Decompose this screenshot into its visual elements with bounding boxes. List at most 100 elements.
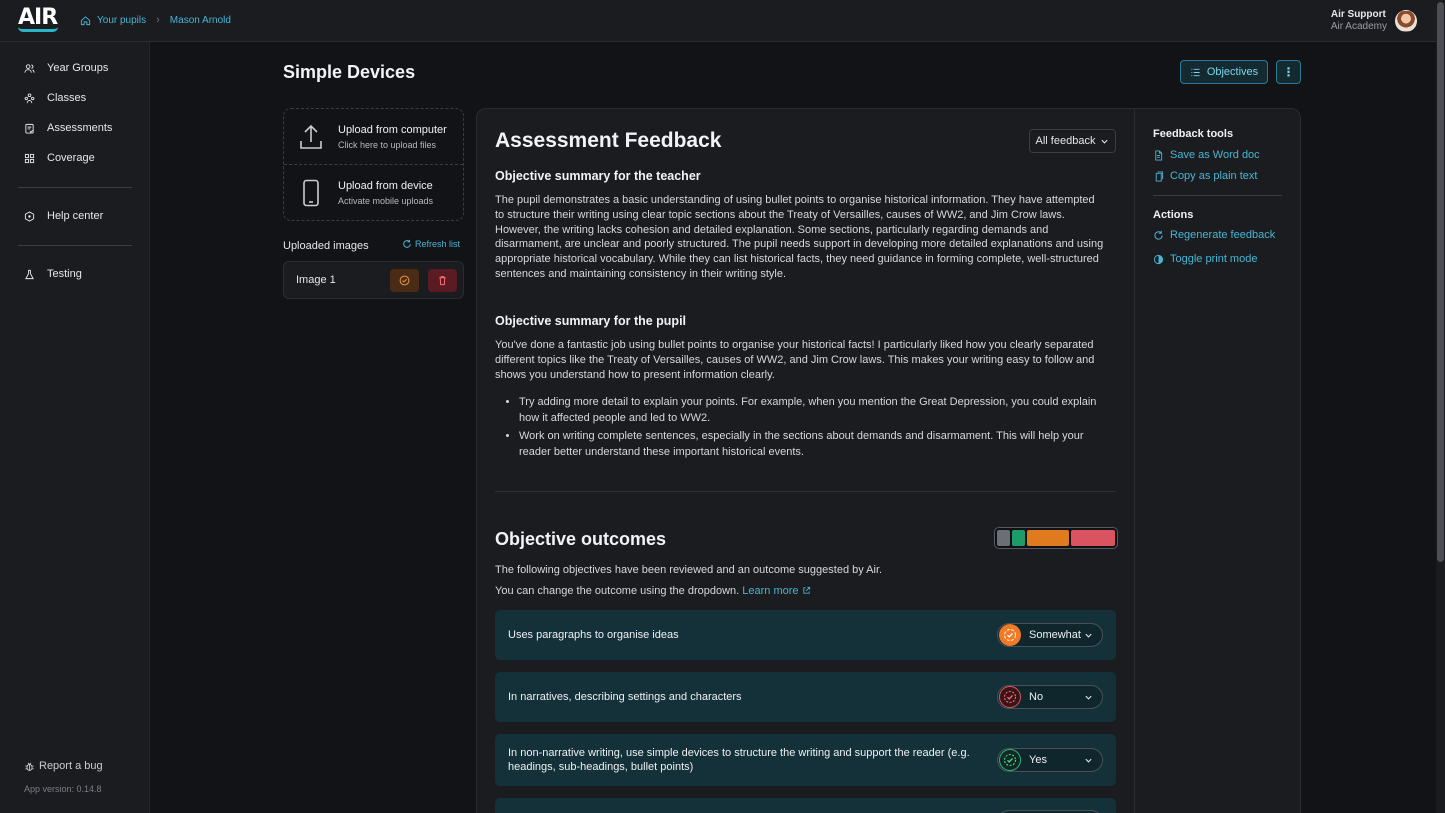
delete-image-button[interactable] (428, 269, 457, 292)
sidebar-item-coverage[interactable]: Coverage (24, 152, 95, 164)
upload-from-computer[interactable]: Upload from computer Click here to uploa… (284, 109, 463, 164)
outcome-bar-no (1071, 530, 1116, 546)
list-item[interactable]: Image 1 (283, 261, 464, 299)
copy-text-label: Copy as plain text (1170, 170, 1258, 182)
pupil-summary-heading: Objective summary for the pupil (495, 314, 687, 328)
top-bar: AIR Your pupils › Mason Arnold Air Suppo… (0, 0, 1445, 42)
copy-plain-text-button[interactable]: Copy as plain text (1153, 170, 1257, 182)
outcome-bar-somewhat (1026, 530, 1070, 546)
breadcrumb-your-pupils[interactable]: Your pupils (97, 15, 146, 26)
refresh-list-link[interactable]: Refresh list (402, 239, 460, 249)
bug-icon (25, 762, 34, 771)
trash-icon (439, 276, 446, 286)
user-name: Air Support (1330, 9, 1386, 20)
home-icon (80, 15, 91, 25)
grid-icon (24, 153, 35, 163)
assessment-feedback-card: Assessment Feedback All feedback Objecti… (476, 108, 1301, 813)
sidebar-item-help-center[interactable]: Help center (24, 210, 103, 222)
sidebar-item-label: Assessments (47, 122, 113, 134)
objective-label: In non-narrative writing, use simple dev… (508, 747, 970, 773)
objectives-button-label: Objectives (1206, 66, 1259, 78)
copy-icon (1155, 170, 1164, 182)
external-link-icon (802, 586, 810, 594)
chevron-down-icon (1085, 633, 1092, 638)
regenerate-feedback-button[interactable]: Regenerate feedback (1153, 229, 1275, 241)
outcomes-intro: The following objectives have been revie… (495, 564, 883, 576)
sidebar-item-classes[interactable]: Classes (24, 92, 86, 104)
refresh-icon (403, 239, 411, 248)
assessment-icon (25, 123, 34, 134)
objective-row (495, 798, 1116, 813)
user-menu[interactable]: Air Support Air Academy (1331, 9, 1417, 33)
more-options-button[interactable]: ⋮ (1276, 60, 1301, 84)
objective-row: Uses paragraphs to organise ideas Somewh… (495, 610, 1116, 660)
sidebar-item-assessments[interactable]: Assessments (24, 122, 112, 134)
report-bug-link[interactable]: Report a bug (24, 760, 103, 772)
mark-image-button[interactable] (390, 269, 419, 292)
outcomes-intro-text: You can change the outcome using the dro… (495, 585, 740, 597)
upload-device-subtitle: Activate mobile uploads (338, 195, 434, 206)
sidebar-divider (18, 245, 132, 246)
regenerate-label: Regenerate feedback (1170, 229, 1276, 241)
outcomes-title: Objective outcomes (495, 529, 667, 549)
toggle-print-mode-button[interactable]: Toggle print mode (1153, 253, 1257, 265)
objectives-button[interactable]: Objectives (1180, 60, 1268, 84)
objective-row: In non-narrative writing, use simple dev… (495, 734, 1116, 786)
classes-icon (24, 92, 35, 103)
feedback-filter-select[interactable]: All feedback (1029, 129, 1116, 153)
breadcrumb-current[interactable]: Mason Arnold (170, 15, 231, 26)
list-item: Work on writing complete sentences, espe… (519, 429, 1105, 460)
outcome-summary-bar (994, 527, 1118, 549)
tools-section-divider (1153, 195, 1282, 196)
learn-more-label: Learn more (742, 585, 799, 597)
teacher-summary-heading: Objective summary for the teacher (495, 169, 701, 183)
sidebar-item-testing[interactable]: Testing (24, 268, 82, 280)
kebab-icon: ⋮ (1282, 65, 1295, 79)
outcome-value: Yes (1029, 754, 1047, 766)
document-icon (1155, 149, 1163, 161)
chevron-down-icon (1101, 139, 1109, 144)
no-icon (999, 686, 1021, 708)
report-bug-label: Report a bug (39, 760, 103, 772)
air-logo[interactable]: AIR (18, 7, 60, 33)
pupil-suggestions-list: Try adding more detail to explain your p… (495, 395, 1105, 463)
sidebar: Year Groups Classes Assessments Coverage… (0, 42, 150, 813)
check-circle-icon (399, 275, 410, 286)
section-divider (495, 491, 1116, 492)
learn-more-link[interactable]: Learn more (742, 585, 810, 597)
somewhat-icon (999, 624, 1021, 646)
feedback-tools-heading: Feedback tools (1153, 128, 1234, 140)
avatar[interactable] (1395, 10, 1417, 32)
uploaded-images-heading: Uploaded images (283, 240, 369, 252)
refresh-label: Refresh list (415, 239, 461, 249)
list-icon (1191, 68, 1200, 76)
yes-icon (999, 749, 1021, 771)
save-word-doc-button[interactable]: Save as Word doc (1153, 149, 1260, 161)
scrollbar-thumb[interactable] (1437, 2, 1444, 562)
sidebar-item-year-groups[interactable]: Year Groups (24, 62, 108, 74)
chevron-down-icon (1085, 758, 1092, 763)
actions-heading: Actions (1153, 209, 1194, 221)
objective-label: In narratives, describing settings and c… (508, 691, 742, 703)
outcomes-intro-2: You can change the outcome using the dro… (495, 585, 811, 597)
feedback-filter-value: All feedback (1035, 135, 1096, 147)
outcome-select[interactable]: Yes (997, 748, 1103, 772)
breadcrumb: Your pupils › Mason Arnold (80, 14, 231, 26)
users-icon (24, 63, 35, 73)
save-word-label: Save as Word doc (1170, 149, 1260, 161)
teacher-summary-text: The pupil demonstrates a basic understan… (495, 194, 1104, 280)
sidebar-divider (18, 187, 132, 188)
upload-computer-subtitle: Click here to upload files (338, 139, 437, 150)
chevron-right-icon: › (156, 14, 160, 26)
mobile-icon (303, 179, 319, 206)
upload-panel: Upload from computer Click here to uploa… (283, 108, 464, 221)
app-version: App version: 0.14.8 (24, 784, 102, 794)
upload-from-device[interactable]: Upload from device Activate mobile uploa… (284, 165, 463, 220)
page-scrollbar[interactable] (1436, 0, 1445, 813)
outcome-select[interactable]: Somewhat (997, 623, 1103, 647)
image-name: Image 1 (296, 274, 336, 286)
sidebar-item-label: Year Groups (47, 62, 109, 74)
outcome-value: No (1029, 691, 1044, 703)
print-mode-label: Toggle print mode (1170, 253, 1258, 265)
outcome-select[interactable]: No (997, 685, 1103, 709)
